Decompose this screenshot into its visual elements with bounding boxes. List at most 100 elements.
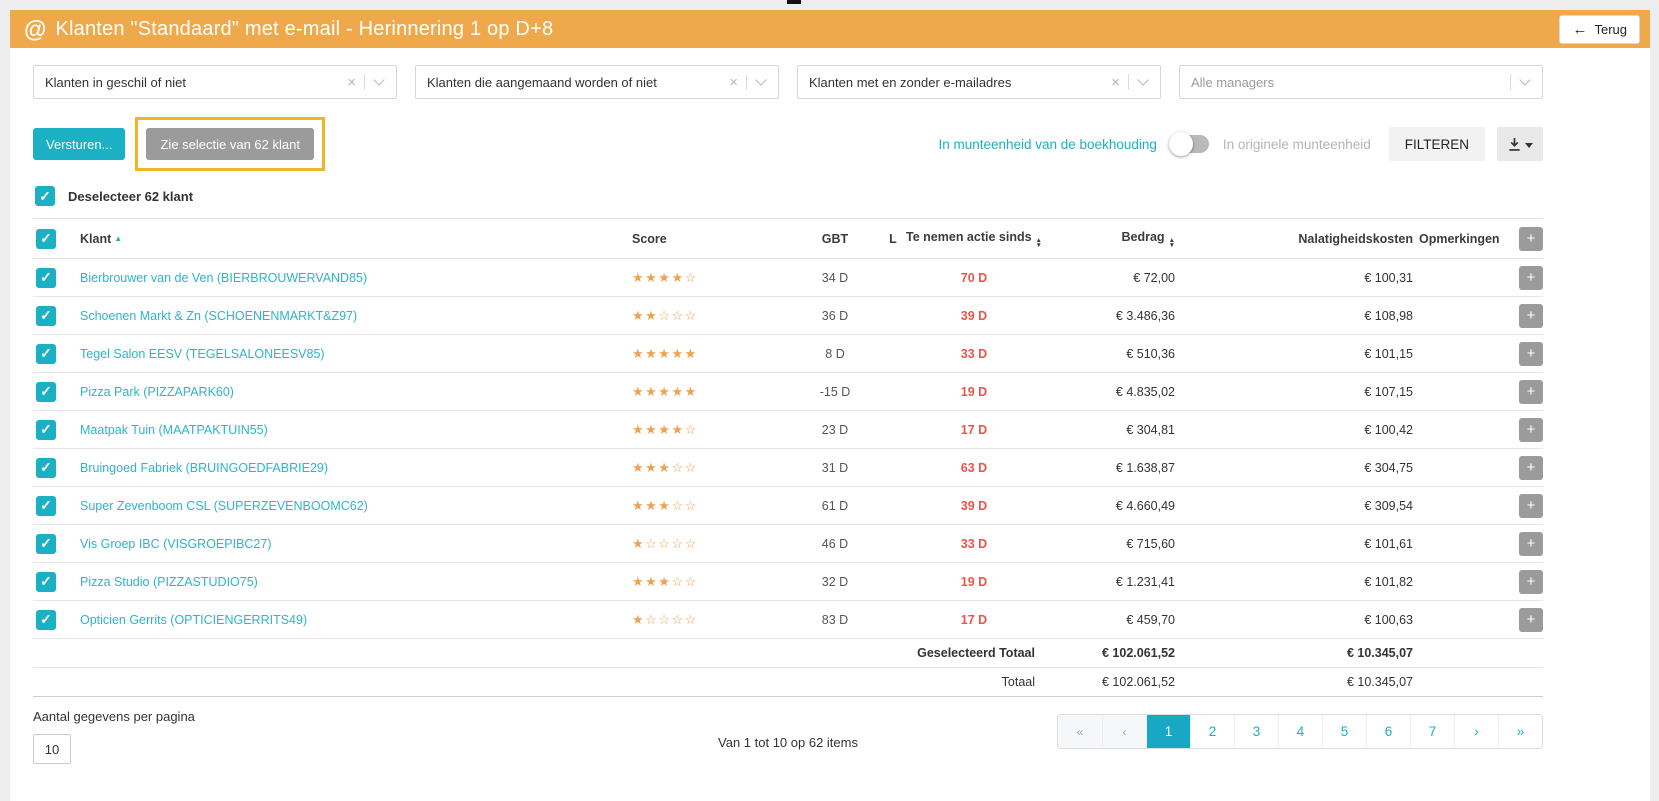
selected-total-fee: € 10.345,07 (1346, 646, 1413, 660)
fee-value: € 101,82 (1364, 574, 1413, 589)
gbt-value: 32 D (821, 574, 849, 589)
customer-link[interactable]: Pizza Studio (PIZZASTUDIO75) (80, 575, 632, 589)
clear-icon[interactable]: × (343, 75, 364, 90)
pagination-item[interactable]: 4 (1278, 715, 1322, 748)
pagination-item[interactable]: 2 (1190, 715, 1234, 748)
amount-value: € 1.638,87 (1115, 460, 1175, 475)
pagination-item[interactable]: › (1454, 715, 1498, 748)
score-stars: ★☆☆☆☆ (632, 535, 698, 551)
row-checkbox[interactable]: ✓ (36, 419, 56, 440)
filter-dispute-select[interactable]: Klanten in geschil of niet × (33, 65, 397, 99)
row-checkbox[interactable]: ✓ (36, 609, 56, 630)
divider (746, 74, 747, 90)
fee-value: € 101,15 (1364, 346, 1413, 361)
amount-value: € 510,36 (1126, 346, 1175, 361)
row-checkbox[interactable]: ✓ (36, 457, 56, 478)
table-row: ✓ Vis Groep IBC (VISGROEPIBC27) ★☆☆☆☆ 46… (33, 525, 1543, 563)
row-checkbox[interactable]: ✓ (36, 267, 56, 288)
row-checkbox[interactable]: ✓ (36, 305, 56, 326)
row-add-button[interactable]: + (1519, 493, 1543, 518)
row-checkbox[interactable]: ✓ (36, 381, 56, 402)
action-since-value: 63 D (960, 460, 988, 475)
see-selection-button[interactable]: Zie selectie van 62 klant (146, 128, 314, 160)
score-stars: ★☆☆☆☆ (632, 611, 698, 627)
row-add-button[interactable]: + (1519, 379, 1543, 404)
clear-icon[interactable]: × (725, 75, 746, 90)
total-label: Totaal (1001, 675, 1035, 689)
col-header-action[interactable]: Te nemen actie sinds ▲ ▼ (906, 230, 1042, 249)
currency-toggle[interactable] (1168, 132, 1209, 156)
row-add-button[interactable]: + (1519, 531, 1543, 556)
select-all-row: ✓ Deselecteer 62 klant (35, 186, 1543, 206)
customer-link[interactable]: Tegel Salon EESV (TEGELSALONEESV85) (80, 347, 632, 361)
chevron-down-icon[interactable] (373, 74, 385, 86)
row-add-button[interactable]: + (1519, 455, 1543, 480)
download-button[interactable] (1497, 127, 1543, 161)
amount-value: € 459,70 (1126, 612, 1175, 627)
row-add-button[interactable]: + (1519, 607, 1543, 632)
amount-value: € 3.486,36 (1115, 308, 1175, 323)
customer-link[interactable]: Bruingoed Fabriek (BRUINGOEDFABRIE29) (80, 461, 632, 475)
filter-reminder-select[interactable]: Klanten die aangemaand worden of niet × (415, 65, 779, 99)
filter-email-select[interactable]: Klanten met en zonder e-mailadres × (797, 65, 1161, 99)
col-header-amount[interactable]: Bedrag ▲ ▼ (1121, 230, 1175, 249)
action-since-value: 33 D (960, 346, 988, 361)
row-add-button[interactable]: + (1519, 341, 1543, 366)
pagination-item[interactable]: 5 (1322, 715, 1366, 748)
fee-value: € 107,15 (1364, 384, 1413, 399)
pagination-item[interactable]: ‹ (1102, 715, 1146, 748)
filter-value: Klanten in geschil of niet (45, 74, 186, 90)
row-add-button[interactable]: + (1519, 265, 1543, 290)
chevron-down-icon[interactable] (755, 74, 767, 86)
row-checkbox[interactable]: ✓ (36, 343, 56, 364)
header-checkbox[interactable]: ✓ (36, 228, 56, 249)
gbt-value: 36 D (821, 308, 849, 323)
pagination-item[interactable]: « (1058, 715, 1102, 748)
customer-link[interactable]: Pizza Park (PIZZAPARK60) (80, 385, 632, 399)
back-button[interactable]: ← Terug (1559, 14, 1640, 44)
customer-link[interactable]: Opticien Gerrits (OPTICIENGERRITS49) (80, 613, 632, 627)
app-page: @ Klanten "Standaard" met e-mail - Herin… (10, 10, 1650, 801)
row-checkbox[interactable]: ✓ (36, 571, 56, 592)
customer-link[interactable]: Super Zevenboom CSL (SUPERZEVENBOOMC62) (80, 499, 632, 513)
customer-link[interactable]: Vis Groep IBC (VISGROEPIBC27) (80, 537, 632, 551)
back-button-label: Terug (1594, 21, 1627, 37)
table-row: ✓ Bruingoed Fabriek (BRUINGOEDFABRIE29) … (33, 449, 1543, 487)
pagination-item[interactable]: » (1498, 715, 1542, 748)
filter-value: Alle managers (1191, 74, 1275, 90)
select-all-label: Deselecteer 62 klant (68, 188, 194, 204)
amount-value: € 4.835,02 (1115, 384, 1175, 399)
row-add-button[interactable]: + (1519, 417, 1543, 442)
clear-icon[interactable]: × (1107, 75, 1128, 90)
filter-value: Klanten met en zonder e-mailadres (809, 74, 1012, 90)
table-header: ✓ Klant ▲ Score GBT L Te nemen actie sind… (33, 218, 1543, 259)
chevron-down-icon[interactable] (1137, 74, 1149, 86)
pagination-item[interactable]: 1 (1146, 715, 1190, 748)
select-all-checkbox[interactable]: ✓ (35, 186, 55, 206)
filter-value: Klanten die aangemaand worden of niet (427, 74, 657, 90)
send-button[interactable]: Versturen... (33, 128, 126, 160)
row-add-button[interactable]: + (1519, 569, 1543, 594)
currency-accounting-label[interactable]: In munteenheid van de boekhouding (938, 137, 1156, 152)
pagination-item[interactable]: 3 (1234, 715, 1278, 748)
currency-original-label: In originele munteenheid (1222, 136, 1371, 152)
row-checkbox[interactable]: ✓ (36, 533, 56, 554)
pagination-item[interactable]: 6 (1366, 715, 1410, 748)
chevron-down-icon[interactable] (1519, 74, 1531, 86)
row-add-button[interactable]: + (1519, 303, 1543, 328)
customer-link[interactable]: Schoenen Markt & Zn (SCHOENENMARKT&Z97) (80, 309, 632, 323)
row-checkbox[interactable]: ✓ (36, 495, 56, 516)
table-row: ✓ Schoenen Markt & Zn (SCHOENENMARKT&Z97… (33, 297, 1543, 335)
gbt-value: 46 D (821, 536, 849, 551)
filter-managers-select[interactable]: Alle managers (1179, 65, 1543, 99)
customer-link[interactable]: Maatpak Tuin (MAATPAKTUIN55) (80, 423, 632, 437)
sort-icon: ▲ ▼ (1168, 236, 1175, 249)
filter-button[interactable]: FILTEREN (1388, 127, 1485, 161)
pagination-item[interactable]: 7 (1410, 715, 1454, 748)
score-stars: ★★★★★ (632, 383, 698, 399)
divider (364, 74, 365, 90)
customer-link[interactable]: Bierbrouwer van de Ven (BIERBROUWERVAND8… (80, 271, 632, 285)
add-column-button[interactable]: + (1519, 226, 1543, 251)
col-header-klant[interactable]: Klant ▲ (80, 232, 122, 246)
divider (1128, 74, 1129, 90)
